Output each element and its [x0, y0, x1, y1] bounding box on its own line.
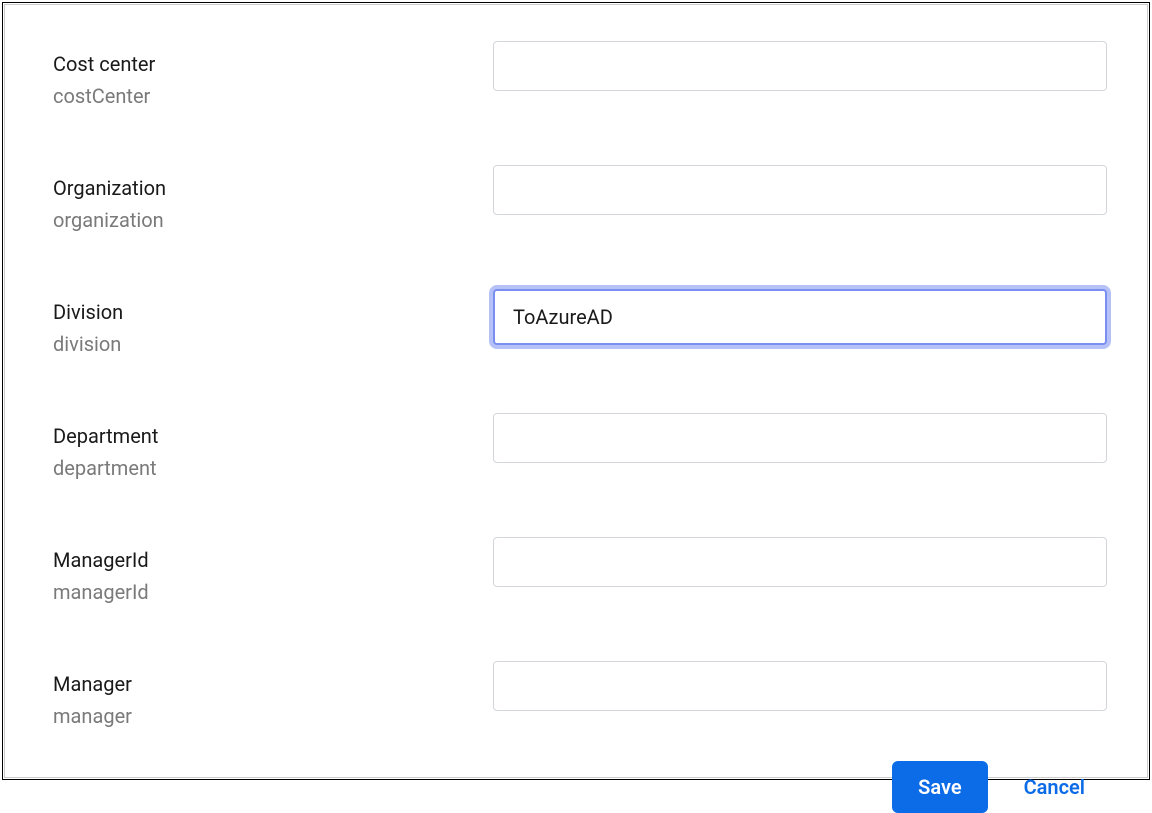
form-panel: Cost center costCenter Organization orga… — [4, 4, 1148, 778]
field-sublabel-division: division — [53, 331, 493, 357]
input-col — [493, 661, 1107, 711]
form-row-manager-id: ManagerId managerId — [53, 537, 1107, 605]
field-label-cost-center: Cost center — [53, 51, 493, 77]
form-row-division: Division division — [53, 289, 1107, 357]
label-col: ManagerId managerId — [53, 537, 493, 605]
cancel-button[interactable]: Cancel — [1024, 775, 1085, 799]
department-input[interactable] — [493, 413, 1107, 463]
input-col — [493, 537, 1107, 587]
field-sublabel-manager-id: managerId — [53, 579, 493, 605]
field-label-manager-id: ManagerId — [53, 547, 493, 573]
cost-center-input[interactable] — [493, 41, 1107, 91]
input-col — [493, 165, 1107, 215]
input-col — [493, 413, 1107, 463]
form-row-organization: Organization organization — [53, 165, 1107, 233]
outer-border: Cost center costCenter Organization orga… — [2, 2, 1150, 780]
field-label-manager: Manager — [53, 671, 493, 697]
field-label-department: Department — [53, 423, 493, 449]
manager-id-input[interactable] — [493, 537, 1107, 587]
save-button[interactable]: Save — [892, 761, 987, 813]
input-col — [493, 289, 1107, 345]
input-col — [493, 41, 1107, 91]
label-col: Cost center costCenter — [53, 41, 493, 109]
field-sublabel-department: department — [53, 455, 493, 481]
form-row-department: Department department — [53, 413, 1107, 481]
field-label-division: Division — [53, 299, 493, 325]
label-col: Manager manager — [53, 661, 493, 729]
division-input[interactable] — [493, 289, 1107, 345]
field-label-organization: Organization — [53, 175, 493, 201]
field-sublabel-organization: organization — [53, 207, 493, 233]
form-row-manager: Manager manager — [53, 661, 1107, 729]
organization-input[interactable] — [493, 165, 1107, 215]
button-row: Save Cancel — [53, 761, 1107, 813]
field-sublabel-cost-center: costCenter — [53, 83, 493, 109]
label-col: Division division — [53, 289, 493, 357]
form-row-cost-center: Cost center costCenter — [53, 41, 1107, 109]
manager-input[interactable] — [493, 661, 1107, 711]
label-col: Organization organization — [53, 165, 493, 233]
field-sublabel-manager: manager — [53, 703, 493, 729]
label-col: Department department — [53, 413, 493, 481]
